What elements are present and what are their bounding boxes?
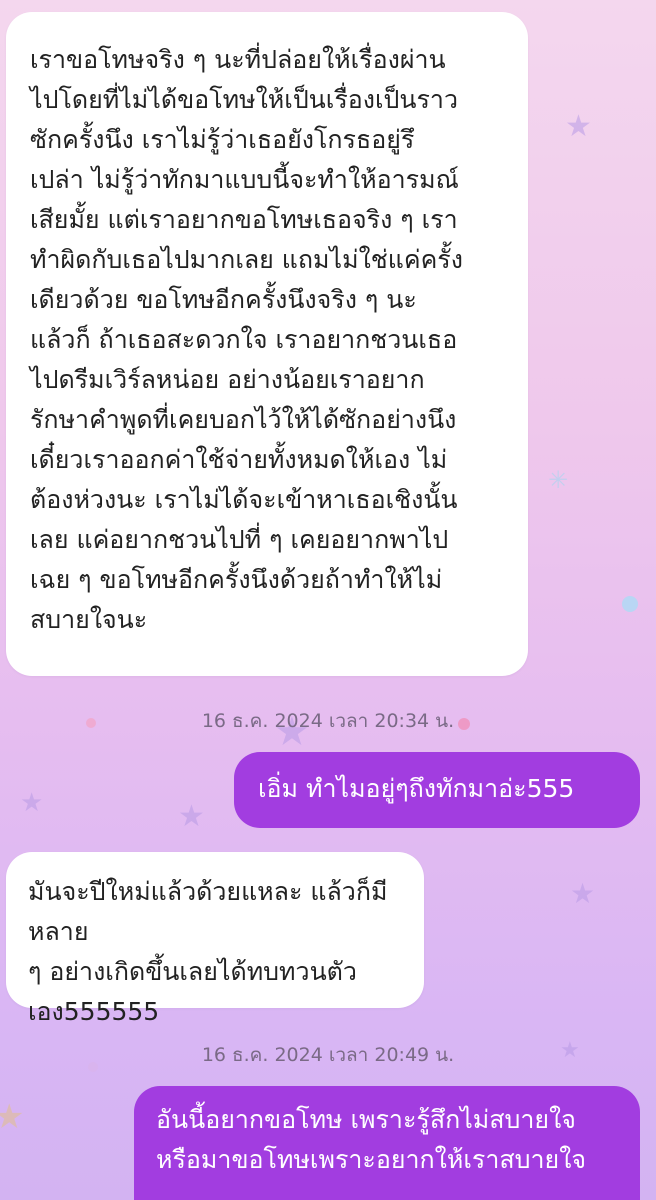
outgoing-message-bubble[interactable]: เอิ่ม ทำไมอยู่ๆถึงทักมาอ่ะ555 [234, 752, 640, 828]
incoming-message-bubble[interactable]: เราขอโทษจริง ๆ นะที่ปล่อยให้เรื่องผ่าน ไ… [6, 12, 528, 676]
message-list[interactable]: เราขอโทษจริง ๆ นะที่ปล่อยให้เรื่องผ่าน ไ… [0, 0, 656, 1200]
message-timestamp: 16 ธ.ค. 2024 เวลา 20:49 น. [201, 1044, 455, 1066]
incoming-message-bubble[interactable]: มันจะปีใหม่แล้วด้วยแหละ แล้วก็มีหลาย ๆ อ… [6, 852, 424, 1026]
outgoing-message-bubble[interactable]: อันนี้อยากขอโทษ เพราะรู้สึกไม่สบายใจ หรื… [134, 1086, 640, 1200]
message-timestamp: 16 ธ.ค. 2024 เวลา 20:34 น. [201, 710, 455, 732]
